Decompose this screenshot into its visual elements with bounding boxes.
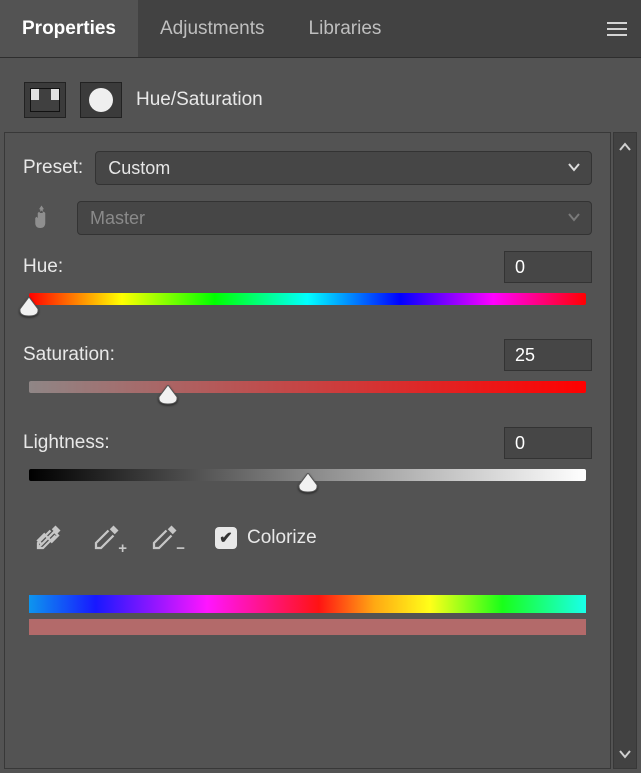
plus-badge: + xyxy=(118,540,127,557)
saturation-slider-thumb[interactable] xyxy=(157,385,179,405)
channel-dropdown: Master xyxy=(77,201,592,235)
lightness-label: Lightness: xyxy=(23,432,110,454)
adjustment-title-row: Hue/Saturation xyxy=(0,58,641,132)
eyedropper-icon[interactable] xyxy=(31,521,65,555)
tab-bar: Properties Adjustments Libraries xyxy=(0,0,641,58)
preset-dropdown[interactable]: Custom xyxy=(95,151,592,185)
eyedropper-add-icon[interactable]: + xyxy=(89,521,123,555)
tab-libraries[interactable]: Libraries xyxy=(287,0,404,57)
lightness-slider-thumb[interactable] xyxy=(297,473,319,493)
scroll-down-icon[interactable] xyxy=(617,746,633,762)
lightness-input[interactable] xyxy=(504,427,592,459)
hue-spectrum-bar[interactable] xyxy=(29,595,586,613)
colorize-checkbox[interactable]: ✔ xyxy=(215,527,237,549)
eyedropper-subtract-icon[interactable]: − xyxy=(147,521,181,555)
hue-slider-thumb[interactable] xyxy=(18,297,40,317)
layer-mask-icon[interactable] xyxy=(80,82,122,118)
tab-adjustments[interactable]: Adjustments xyxy=(138,0,287,57)
minus-badge: − xyxy=(176,540,185,557)
hue-label: Hue: xyxy=(23,256,63,278)
preset-label: Preset: xyxy=(23,157,83,179)
properties-content: Preset: Custom Master xyxy=(4,132,611,769)
panel-menu-icon[interactable] xyxy=(593,0,641,57)
colorize-label: Colorize xyxy=(247,527,317,549)
hue-input[interactable] xyxy=(504,251,592,283)
hue-slider-track[interactable] xyxy=(29,293,586,305)
scroll-up-icon[interactable] xyxy=(617,139,633,155)
saturation-slider-track[interactable] xyxy=(29,381,586,393)
chevron-down-icon xyxy=(567,158,581,179)
lightness-slider-track[interactable] xyxy=(29,469,586,481)
targeted-adjust-icon[interactable] xyxy=(23,203,65,233)
channel-value: Master xyxy=(90,208,145,229)
preset-value: Custom xyxy=(108,158,170,179)
result-spectrum-bar xyxy=(29,619,586,635)
adjustment-type-icon xyxy=(24,82,66,118)
tab-properties[interactable]: Properties xyxy=(0,0,138,57)
vertical-scrollbar[interactable] xyxy=(613,132,637,769)
saturation-label: Saturation: xyxy=(23,344,115,366)
saturation-input[interactable] xyxy=(504,339,592,371)
chevron-down-icon xyxy=(567,208,581,229)
adjustment-title: Hue/Saturation xyxy=(136,89,263,111)
